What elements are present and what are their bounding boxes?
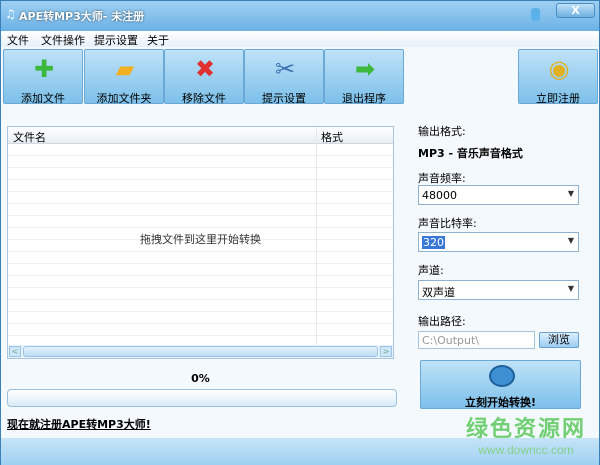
format-value: MP3 - 音乐声音格式 bbox=[418, 147, 523, 160]
add-file-button[interactable]: ✚ 添加文件 bbox=[3, 49, 83, 105]
samplerate-value: 48000 bbox=[422, 189, 457, 202]
skin-icon[interactable] bbox=[531, 8, 540, 21]
progress-bar bbox=[7, 389, 397, 407]
register-link[interactable]: 现在就注册APE转MP3大师! bbox=[7, 416, 151, 432]
folder-icon: ▰ bbox=[115, 55, 135, 83]
column-format[interactable]: 格式 bbox=[321, 129, 343, 145]
bitrate-label: 声音比特率: bbox=[418, 217, 477, 230]
convert-icon bbox=[489, 365, 515, 387]
dropdown-arrow-icon: ▼ bbox=[567, 284, 574, 293]
menu-file[interactable]: 文件 bbox=[7, 32, 29, 48]
scroll-right-icon[interactable]: > bbox=[380, 346, 392, 357]
output-label: 输出路径: bbox=[418, 315, 466, 328]
register-now-label: 立即注册 bbox=[536, 92, 580, 105]
menu-file-ops[interactable]: 文件操作 bbox=[41, 32, 85, 48]
add-folder-button[interactable]: ▰ 添加文件夹 bbox=[84, 49, 164, 105]
drop-hint: 拖拽文件到这里开始转换 bbox=[140, 233, 261, 246]
remove-file-label: 移除文件 bbox=[182, 92, 226, 105]
dropdown-arrow-icon: ▼ bbox=[567, 236, 574, 245]
exit-button[interactable]: ➡ 退出程序 bbox=[324, 49, 404, 105]
prompt-settings-button[interactable]: ✂ 提示设置 bbox=[244, 49, 324, 105]
menu-prompt-settings[interactable]: 提示设置 bbox=[94, 32, 138, 48]
add-file-label: 添加文件 bbox=[21, 92, 65, 105]
scroll-left-icon[interactable]: < bbox=[9, 346, 21, 357]
watermark-url: www.downcc.com bbox=[478, 443, 574, 457]
channel-label: 声道: bbox=[418, 264, 444, 277]
title-bar: ♫ APE转MP3大师- 未注册 X bbox=[1, 1, 599, 31]
menu-bar: 文件 文件操作 提示设置 关于 bbox=[1, 31, 599, 47]
prompt-settings-label: 提示设置 bbox=[262, 92, 306, 105]
register-now-button[interactable]: ◉ 立即注册 bbox=[518, 49, 598, 105]
add-folder-label: 添加文件夹 bbox=[96, 92, 152, 105]
samplerate-select[interactable]: 48000 ▼ bbox=[418, 185, 579, 205]
plus-icon: ✚ bbox=[33, 55, 55, 83]
watermark-name: 绿色资源网 bbox=[466, 417, 587, 442]
list-header: 文件名 格式 bbox=[8, 127, 393, 144]
dropdown-arrow-icon: ▼ bbox=[567, 189, 574, 198]
column-filename[interactable]: 文件名 bbox=[13, 129, 46, 145]
channel-value: 双声道 bbox=[422, 286, 455, 299]
bitrate-value: 320 bbox=[422, 236, 445, 249]
output-path-input[interactable]: C:\Output\ bbox=[418, 331, 535, 349]
watermark: 绿色资源网 www.downcc.com bbox=[466, 411, 586, 457]
horizontal-scrollbar[interactable]: < > bbox=[8, 345, 393, 358]
coin-icon: ◉ bbox=[548, 55, 570, 83]
start-convert-button[interactable]: 立刻开始转换! bbox=[420, 360, 581, 409]
bitrate-select[interactable]: 320 ▼ bbox=[418, 232, 579, 252]
browse-button[interactable]: 浏览 bbox=[539, 332, 579, 348]
samplerate-label: 声音频率: bbox=[418, 172, 466, 185]
format-label: 输出格式: bbox=[418, 125, 466, 138]
remove-file-button[interactable]: ✖ 移除文件 bbox=[164, 49, 244, 105]
start-convert-label: 立刻开始转换! bbox=[464, 396, 537, 409]
close-button[interactable]: X bbox=[556, 3, 595, 18]
app-window: ♫ APE转MP3大师- 未注册 X 文件 文件操作 提示设置 关于 ✚ 添加文件… bbox=[0, 0, 600, 465]
window-title: APE转MP3大师- 未注册 bbox=[19, 10, 145, 23]
exit-arrow-icon: ➡ bbox=[354, 55, 376, 83]
file-list[interactable]: 文件名 格式 拖拽文件到这里开始转换 < > bbox=[7, 126, 394, 359]
remove-x-icon: ✖ bbox=[194, 55, 216, 83]
tools-icon: ✂ bbox=[274, 55, 296, 83]
progress-text: 0% bbox=[191, 372, 210, 385]
exit-label: 退出程序 bbox=[342, 92, 386, 105]
menu-about[interactable]: 关于 bbox=[147, 32, 169, 48]
scroll-thumb[interactable] bbox=[23, 346, 378, 357]
headphones-icon: ♫ bbox=[5, 7, 16, 21]
channel-select[interactable]: 双声道 ▼ bbox=[418, 280, 579, 300]
